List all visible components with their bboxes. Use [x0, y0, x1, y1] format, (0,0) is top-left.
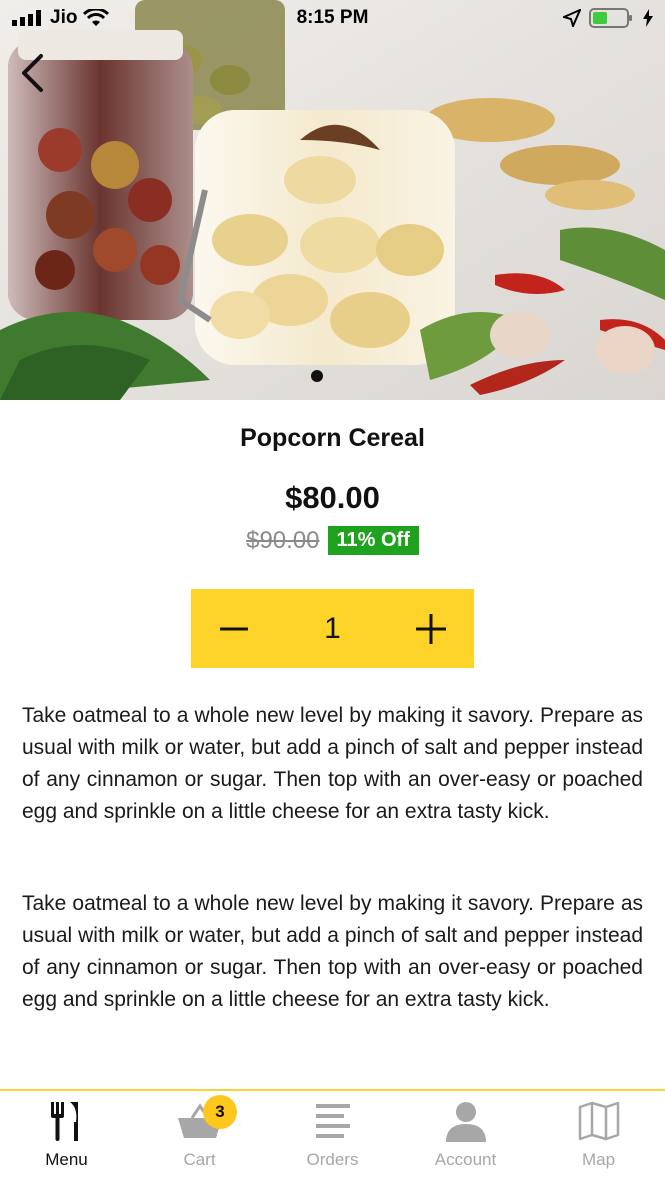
carrier-name: Jio [50, 7, 78, 28]
tab-account[interactable]: Account [399, 1091, 532, 1182]
status-left: Jio [12, 7, 110, 29]
carousel-indicator[interactable] [311, 370, 323, 382]
discount-badge: 11% Off [327, 526, 419, 555]
tab-map[interactable]: Map [532, 1091, 665, 1182]
pickled-jars-illustration [0, 0, 665, 400]
plus-icon [416, 613, 446, 644]
decrease-quantity-button[interactable] [213, 608, 255, 650]
product-image [0, 0, 665, 400]
fork-knife-icon [50, 1098, 84, 1144]
product-title: Popcorn Cereal [240, 424, 425, 452]
product-description: Take oatmeal to a whole new level by mak… [22, 892, 643, 1011]
original-price: $90.00 [246, 526, 320, 554]
minus-icon [220, 627, 248, 630]
quantity-stepper: 1 [191, 589, 474, 668]
quantity-value: 1 [324, 611, 341, 645]
tab-label-map: Map [581, 1150, 616, 1169]
product-description: Take oatmeal to a whole new level by mak… [22, 704, 643, 823]
status-bar: Jio 8:15 PM [0, 0, 665, 36]
tab-label-cart: Cart [183, 1150, 216, 1169]
product-price: $80.00 [285, 480, 380, 515]
status-right [563, 7, 653, 29]
location-arrow-icon [563, 9, 581, 27]
bottom-tab-bar: Menu 3 Cart Orders Account Map [0, 1089, 665, 1182]
chevron-left-icon [22, 54, 43, 92]
charging-bolt-icon [643, 9, 653, 27]
list-icon [314, 1098, 352, 1144]
tab-label-menu: Menu [45, 1150, 88, 1169]
price-row: $90.00 11% Off [0, 526, 665, 555]
back-button[interactable] [12, 50, 52, 96]
tab-orders[interactable]: Orders [266, 1091, 399, 1182]
map-icon [578, 1098, 620, 1144]
tab-cart[interactable]: 3 Cart [133, 1091, 266, 1182]
increase-quantity-button[interactable] [410, 608, 452, 650]
user-icon [445, 1098, 487, 1144]
tab-label-account: Account [434, 1150, 497, 1169]
signal-icon [12, 10, 41, 26]
wifi-icon [83, 9, 110, 26]
cart-count-badge: 3 [203, 1095, 237, 1129]
battery-icon [589, 8, 632, 28]
tab-menu[interactable]: Menu [0, 1091, 133, 1182]
tab-label-orders: Orders [306, 1150, 359, 1169]
